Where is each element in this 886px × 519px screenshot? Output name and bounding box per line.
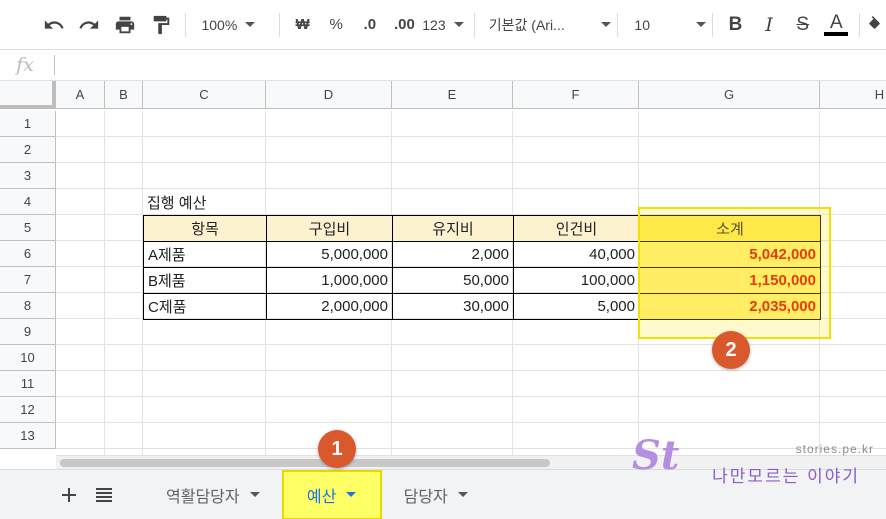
toolbar-separator bbox=[184, 12, 186, 37]
paint-format-button[interactable] bbox=[143, 9, 179, 41]
header-cell-item[interactable]: 항목 bbox=[143, 215, 267, 242]
chevron-down-icon bbox=[346, 492, 357, 497]
column-header-d[interactable]: D bbox=[266, 81, 392, 109]
subtotal-cell[interactable]: 1,150,000 bbox=[639, 267, 821, 294]
toolbar-separator bbox=[617, 12, 619, 37]
step-badge-1: 1 bbox=[318, 430, 356, 468]
text-color-swatch bbox=[824, 31, 849, 36]
item-cell[interactable]: A제품 bbox=[143, 241, 267, 268]
toolbar-separator bbox=[473, 12, 475, 37]
column-header-g[interactable]: G bbox=[639, 81, 820, 109]
row-header-5[interactable]: 5 bbox=[0, 215, 56, 241]
column-header-h[interactable]: H bbox=[820, 81, 886, 109]
toolbar-separator bbox=[711, 12, 713, 37]
paint-bucket-icon bbox=[869, 15, 880, 29]
print-button[interactable] bbox=[107, 9, 143, 41]
column-header-a[interactable]: A bbox=[56, 81, 105, 109]
tab-role-manager[interactable]: 역활담당자 bbox=[144, 470, 282, 519]
column-header-b[interactable]: B bbox=[105, 81, 143, 109]
more-formats-select[interactable]: 123 bbox=[422, 17, 468, 33]
font-family-select[interactable]: 기본값 (Ari... bbox=[489, 15, 612, 35]
watermark-url: stories.pe.kr bbox=[795, 442, 874, 456]
list-icon bbox=[96, 487, 112, 502]
currency-format-button[interactable]: ₩ bbox=[286, 9, 320, 41]
subtotal-cell[interactable]: 2,035,000 bbox=[639, 293, 821, 320]
select-all-corner[interactable] bbox=[0, 81, 56, 109]
purchase-cell[interactable]: 2,000,000 bbox=[266, 293, 393, 320]
chevron-down-icon bbox=[245, 22, 256, 27]
row-header-7[interactable]: 7 bbox=[0, 267, 56, 293]
sheet-title-cell[interactable]: 집행 예산 bbox=[143, 189, 266, 215]
chevron-down-icon bbox=[249, 492, 260, 497]
fill-color-button[interactable] bbox=[866, 9, 886, 41]
toolbar-separator bbox=[859, 12, 861, 37]
scrollbar-thumb[interactable] bbox=[60, 459, 550, 467]
maintenance-cell[interactable]: 50,000 bbox=[392, 267, 514, 294]
print-icon bbox=[115, 16, 135, 33]
all-sheets-button[interactable] bbox=[84, 479, 124, 511]
item-cell[interactable]: C제품 bbox=[143, 293, 267, 320]
item-cell[interactable]: B제품 bbox=[143, 267, 267, 294]
undo-button[interactable] bbox=[36, 9, 72, 41]
row-header-2[interactable]: 2 bbox=[0, 137, 56, 163]
column-header-c[interactable]: C bbox=[143, 81, 266, 109]
chevron-down-icon bbox=[695, 22, 706, 27]
maintenance-cell[interactable]: 2,000 bbox=[392, 241, 514, 268]
zoom-select[interactable]: 100% bbox=[201, 17, 272, 33]
row-header-6[interactable]: 6 bbox=[0, 241, 56, 267]
bold-button[interactable]: B bbox=[719, 9, 753, 41]
chevron-down-icon bbox=[601, 22, 612, 27]
row-header-12[interactable]: 12 bbox=[0, 397, 56, 423]
row-header-8[interactable]: 8 bbox=[0, 293, 56, 319]
maintenance-cell[interactable]: 30,000 bbox=[392, 293, 514, 320]
row-header-10[interactable]: 10 bbox=[0, 345, 56, 371]
strikethrough-button[interactable]: S bbox=[786, 9, 820, 41]
tab-manager[interactable]: 담당자 bbox=[382, 470, 490, 519]
row-header-9[interactable]: 9 bbox=[0, 319, 56, 345]
zoom-value: 100% bbox=[201, 16, 238, 33]
undo-icon bbox=[44, 19, 64, 29]
tab-budget[interactable]: 예산 bbox=[281, 469, 382, 519]
chevron-down-icon bbox=[457, 492, 468, 497]
italic-button[interactable]: I bbox=[752, 9, 786, 41]
header-cell-subtotal[interactable]: 소계 bbox=[639, 215, 821, 242]
header-cell-maintenance[interactable]: 유지비 bbox=[392, 215, 514, 242]
watermark-logo: St bbox=[632, 432, 680, 479]
header-cell-labor[interactable]: 인건비 bbox=[513, 215, 640, 242]
redo-button[interactable] bbox=[72, 9, 108, 41]
purchase-cell[interactable]: 1,000,000 bbox=[266, 267, 393, 294]
column-header-e[interactable]: E bbox=[392, 81, 513, 109]
plus-icon bbox=[62, 487, 76, 502]
formula-bar: fx bbox=[0, 50, 886, 81]
increase-decimal-button[interactable]: .00 bbox=[387, 9, 423, 41]
labor-cell[interactable]: 40,000 bbox=[513, 241, 640, 268]
watermark-title: 나만모르는 이야기 bbox=[712, 467, 860, 486]
font-size-select[interactable]: 10 bbox=[634, 17, 706, 33]
toolbar-separator bbox=[278, 12, 280, 37]
text-color-button[interactable]: A bbox=[820, 9, 854, 41]
subtotal-cell[interactable]: 5,042,000 bbox=[639, 241, 821, 268]
row-header-13[interactable]: 13 bbox=[0, 423, 56, 449]
labor-cell[interactable]: 5,000 bbox=[513, 293, 640, 320]
percent-format-button[interactable]: % bbox=[319, 9, 353, 41]
formula-input[interactable] bbox=[55, 51, 886, 79]
row-header-11[interactable]: 11 bbox=[0, 371, 56, 397]
chevron-down-icon bbox=[453, 22, 464, 27]
purchase-cell[interactable]: 5,000,000 bbox=[266, 241, 393, 268]
header-cell-purchase[interactable]: 구입비 bbox=[266, 215, 393, 242]
step-badge-2: 2 bbox=[712, 331, 750, 369]
row-header-1[interactable]: 1 bbox=[0, 111, 56, 137]
column-header-f[interactable]: F bbox=[513, 81, 639, 109]
paint-roller-icon bbox=[153, 15, 169, 34]
toolbar: 100% ₩ % .0 .00 123 기본값 (Ari... 10 B I S… bbox=[0, 0, 886, 50]
fx-icon: fx bbox=[16, 54, 34, 76]
decrease-decimal-button[interactable]: .0 bbox=[353, 9, 387, 41]
watermark: St stories.pe.kr 나만모르는 이야기 bbox=[620, 428, 882, 492]
add-sheet-button[interactable] bbox=[54, 479, 84, 511]
redo-icon bbox=[79, 19, 99, 29]
row-header-4[interactable]: 4 bbox=[0, 189, 56, 215]
labor-cell[interactable]: 100,000 bbox=[513, 267, 640, 294]
row-header-3[interactable]: 3 bbox=[0, 163, 56, 189]
spreadsheet-grid[interactable]: A B C D E F G H 1 2 3 4 5 6 7 8 9 10 11 … bbox=[0, 81, 886, 455]
